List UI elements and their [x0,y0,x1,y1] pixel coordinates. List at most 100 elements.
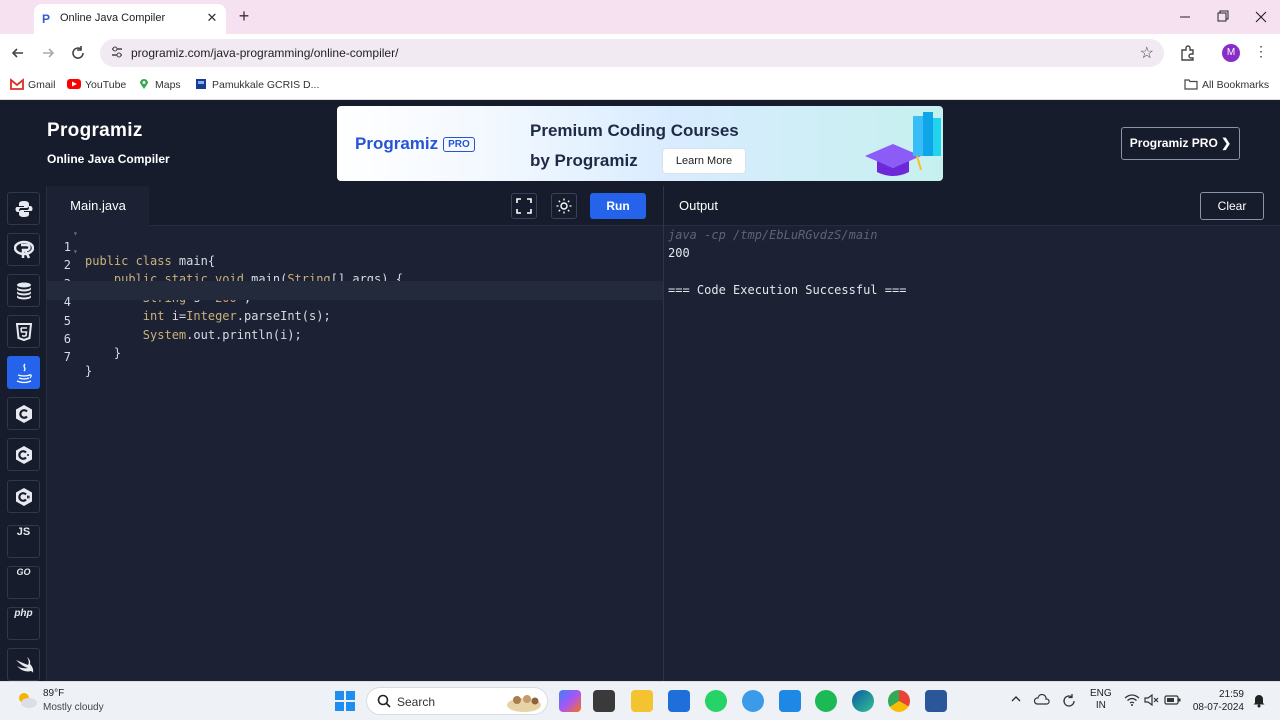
weather-cloud-icon[interactable] [16,691,38,714]
database-glyph [16,282,31,300]
code-line-current: 4 int i=Integer.parseInt(s); [47,281,663,323]
minimize-icon[interactable] [1173,8,1197,26]
banner-byline: by Programiz [530,151,638,170]
tab-list-chevron-down-icon[interactable]: chevron-down-icon [8,9,26,25]
code-token: } [85,364,93,379]
code-line: 5 System.out.println(i); [47,300,663,342]
menu-kebab-icon[interactable]: ⋮ [1254,43,1268,60]
maps-pin-icon [137,78,151,90]
wifi-icon[interactable] [1124,694,1140,709]
swift-bird-glyph [15,657,33,673]
copilot-icon[interactable] [559,690,581,712]
all-bookmarks[interactable]: All Bookmarks [1184,78,1269,91]
file-explorer-folder-icon[interactable] [631,690,653,712]
go-language-icon[interactable]: GO [7,566,40,599]
forward-arrow-icon[interactable] [38,43,58,63]
python-icon[interactable] [7,192,40,225]
extensions-puzzle-icon[interactable] [1178,43,1198,63]
graduation-cap-books-icon [865,112,941,176]
c-language-icon[interactable] [7,397,40,430]
fold-arrow-icon[interactable]: ▾ [73,229,78,238]
bookmark-gmail[interactable]: Gmail [10,78,55,91]
java-icon[interactable] [7,356,40,389]
volume-muted-icon[interactable] [1144,693,1160,709]
back-arrow-icon[interactable] [8,43,28,63]
task-view-icon[interactable] [593,690,615,712]
csharp-language-icon[interactable] [7,480,40,513]
r-language-icon[interactable] [7,233,40,266]
reload-icon[interactable] [68,43,88,63]
edge-icon[interactable] [852,690,874,712]
pamukkale-icon [194,78,208,90]
spotify-icon[interactable] [815,690,837,712]
address-bar[interactable]: programiz.com/java-programming/online-co… [100,39,1164,67]
language-sidebar: JS GO php [0,186,47,681]
clock-date: 08-07-2024 [1192,702,1244,713]
bookmark-star-icon[interactable]: ☆ [1140,43,1154,63]
close-window-icon[interactable] [1249,8,1273,26]
battery-icon[interactable] [1164,694,1182,709]
browser-tab-active[interactable]: P Online Java Compiler ✕ [34,4,226,34]
page-subtitle: Online Java Compiler [47,152,170,166]
microsoft-store-icon[interactable] [668,690,690,712]
language-code: ENG [1090,688,1112,699]
bookmark-pamukkale[interactable]: Pamukkale GCRIS D... [194,78,319,91]
clear-button[interactable]: Clear [1200,192,1264,220]
taskbar-search[interactable]: Search [366,687,548,715]
whatsapp-icon[interactable] [705,690,727,712]
theme-sun-icon[interactable] [551,193,577,219]
sql-database-icon[interactable] [7,274,40,307]
promo-banner[interactable]: Programiz PRO Premium Coding Courses by P… [337,106,943,181]
cpp-language-icon[interactable] [7,438,40,471]
new-tab-button[interactable]: + [234,6,254,26]
skype-icon[interactable] [742,690,764,712]
sun-glyph [556,198,572,214]
code-line: 2 ▾ public static void main(String[] args… [47,244,663,286]
close-tab-icon[interactable]: ✕ [204,10,220,26]
site-info-icon[interactable] [110,45,124,62]
youtube-icon [67,78,81,90]
windows-start-icon[interactable] [335,691,355,711]
restore-icon[interactable] [1210,8,1234,26]
chrome-icon[interactable] [888,690,910,712]
r-glyph [13,240,34,259]
output-line: 200 [668,246,690,261]
weather-description: Mostly cloudy [43,702,104,713]
search-icon [377,694,391,711]
partly-cloudy-glyph [19,693,37,708]
file-tab-main-java[interactable]: Main.java [47,186,149,226]
profile-avatar[interactable]: M [1222,44,1240,62]
run-button[interactable]: Run [590,193,646,219]
onedrive-cloud-icon[interactable] [1033,693,1050,709]
sync-icon[interactable] [1061,694,1077,711]
java-cup-glyph [16,363,32,384]
html5-icon[interactable] [7,315,40,348]
programiz-logo[interactable]: Programiz [47,120,143,142]
fold-arrow-icon[interactable]: ▾ [73,247,78,256]
tray-chevron-up-icon[interactable] [1010,694,1022,707]
banner-logo: Programiz PRO [355,134,475,154]
php-icon[interactable]: php [7,607,40,640]
swift-icon[interactable] [7,648,40,681]
mobile-app-icon[interactable] [779,690,801,712]
forward-glyph [43,48,55,58]
programiz-pro-button[interactable]: Programiz PRO ❯ [1121,127,1240,160]
javascript-icon[interactable]: JS [7,525,40,558]
bookmark-maps[interactable]: Maps [137,78,181,91]
language-indicator[interactable]: ENG IN [1090,688,1112,712]
php-label: php [14,608,33,619]
bookmark-youtube[interactable]: YouTube [67,78,126,91]
output-console[interactable]: java -cp /tmp/EbLuRGvdzS/main 200 === Co… [668,226,906,300]
word-icon[interactable] [925,690,947,712]
editor-toolbar: Main.java Run [47,186,663,226]
learn-more-button[interactable]: Learn More [663,149,745,173]
system-clock[interactable]: 21:59 08-07-2024 [1192,688,1244,714]
bell-glyph [1253,695,1265,708]
notification-bell-icon[interactable] [1252,692,1266,711]
search-highlight-illustration [507,695,541,712]
fullscreen-icon[interactable] [511,193,537,219]
windows-logo-glyph [335,691,355,711]
code-area[interactable]: 1 ▾ public class main{ 2 ▾ public static v… [47,226,663,378]
clock-time: 21:59 [1218,689,1244,700]
bookmark-label: Gmail [28,79,56,91]
